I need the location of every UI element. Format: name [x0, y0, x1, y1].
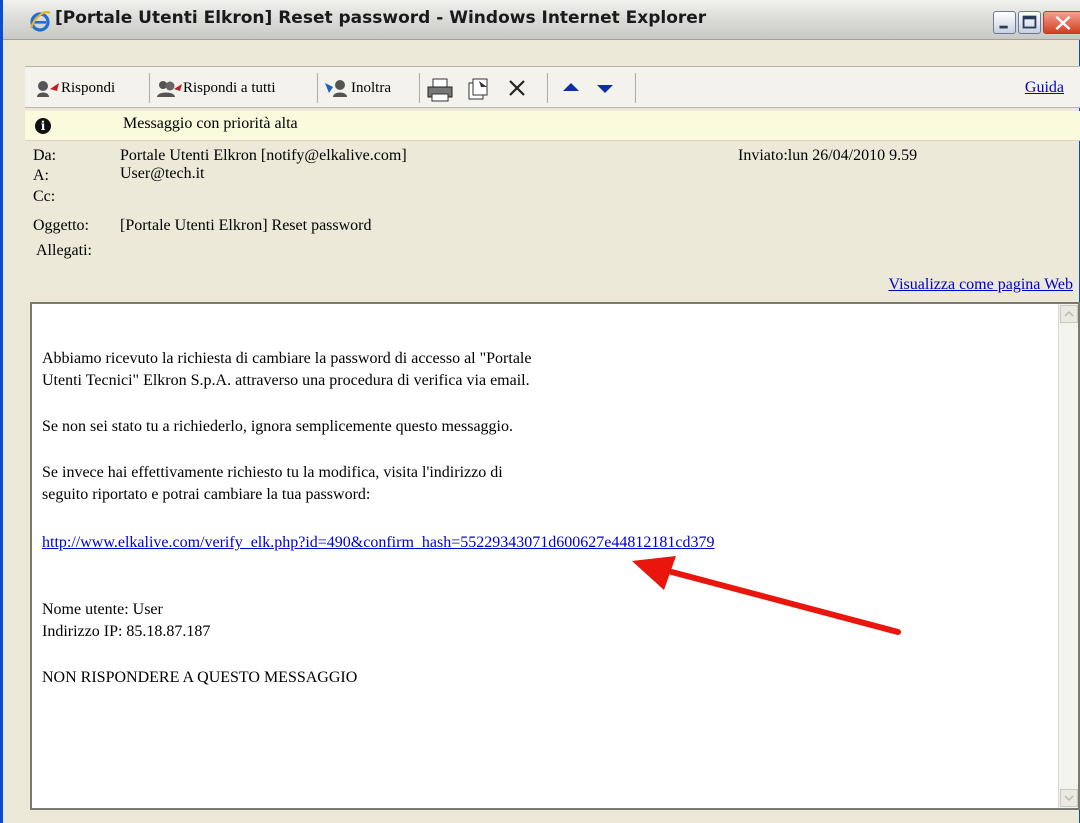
forward-icon — [323, 77, 351, 99]
title-bar[interactable]: [Portale Utenti Elkron] Reset password -… — [3, 0, 1080, 40]
printer-icon — [425, 77, 453, 102]
maximize-button[interactable] — [1018, 11, 1041, 34]
forward-button[interactable]: Inoltra — [323, 73, 391, 103]
verify-link[interactable]: http://www.elkalive.com/verify_elk.php?i… — [42, 534, 714, 552]
body-paragraph-1-line-2: Utenti Tecnici" Elkron S.p.A. attraverso… — [42, 372, 530, 389]
body-paragraph-1-line-1: Abbiamo ricevuto la richiesta di cambiar… — [42, 350, 532, 367]
arrow-down-icon — [591, 77, 619, 99]
reply-all-icon — [155, 77, 183, 99]
move-to-folder-button[interactable] — [465, 73, 493, 103]
cc-label: Cc: — [33, 188, 56, 205]
body-paragraph-2: Se non sei stato tu a richiederlo, ignor… — [42, 418, 513, 435]
from-label: Da: — [33, 147, 57, 164]
forward-label: Inoltra — [351, 79, 391, 96]
reply-icon — [33, 77, 61, 99]
vertical-scrollbar[interactable] — [1058, 304, 1078, 808]
reply-all-button[interactable]: Rispondi a tutti — [155, 73, 276, 103]
arrow-up-icon — [557, 77, 585, 99]
print-button[interactable] — [425, 73, 453, 103]
move-to-folder-icon — [465, 77, 493, 100]
toolbar-divider — [547, 73, 548, 103]
internet-explorer-icon — [29, 10, 51, 32]
username-line: Nome utente: User — [42, 601, 163, 618]
ie-window: [Portale Utenti Elkron] Reset password -… — [0, 0, 1080, 823]
to-label: A: — [33, 167, 49, 184]
reply-button[interactable]: Rispondi — [33, 73, 115, 103]
scroll-up-button[interactable] — [1060, 305, 1078, 323]
sent-date: Inviato:lun 26/04/2010 9.59 — [738, 147, 918, 164]
priority-text: Messaggio con priorità alta — [123, 115, 298, 132]
toolbar-divider — [149, 73, 150, 103]
priority-banner: i Messaggio con priorità alta — [25, 111, 1080, 141]
body-paragraph-3-line-1: Se invece hai effettivamente richiesto t… — [42, 464, 503, 481]
body-paragraph-3-line-2: seguito riportato e potrai cambiare la t… — [42, 486, 371, 503]
toolbar-divider — [317, 73, 318, 103]
reply-label: Rispondi — [61, 79, 116, 96]
help-link[interactable]: Guida — [1025, 79, 1064, 97]
attachments-label: Allegati: — [36, 242, 92, 259]
to-value: User@tech.it — [120, 165, 205, 182]
message-body[interactable]: Abbiamo ricevuto la richiesta di cambiar… — [30, 302, 1080, 810]
scroll-down-button[interactable] — [1060, 789, 1078, 807]
delete-button[interactable] — [505, 73, 533, 103]
toolbar-divider — [419, 73, 420, 103]
close-button[interactable] — [1043, 11, 1080, 34]
subject-label: Oggetto: — [33, 217, 89, 234]
delete-x-icon — [505, 77, 533, 99]
view-as-web-page-link[interactable]: Visualizza come pagina Web — [889, 276, 1074, 294]
window-title: [Portale Utenti Elkron] Reset password -… — [55, 8, 707, 28]
ip-address-line: Indirizzo IP: 85.18.87.187 — [42, 623, 211, 640]
no-reply-notice: NON RISPONDERE A QUESTO MESSAGGIO — [42, 669, 358, 686]
info-icon: i — [35, 118, 51, 134]
toolbar-divider — [635, 73, 636, 103]
next-message-button[interactable] — [591, 73, 619, 103]
message-toolbar: Rispondi Rispondi a tutti Inoltra Guida — [25, 66, 1080, 108]
subject-value: [Portale Utenti Elkron] Reset password — [120, 217, 372, 234]
reply-all-label: Rispondi a tutti — [183, 79, 276, 96]
previous-message-button[interactable] — [557, 73, 585, 103]
minimize-button[interactable] — [993, 11, 1016, 34]
from-value: Portale Utenti Elkron [notify@elkalive.c… — [120, 147, 407, 164]
